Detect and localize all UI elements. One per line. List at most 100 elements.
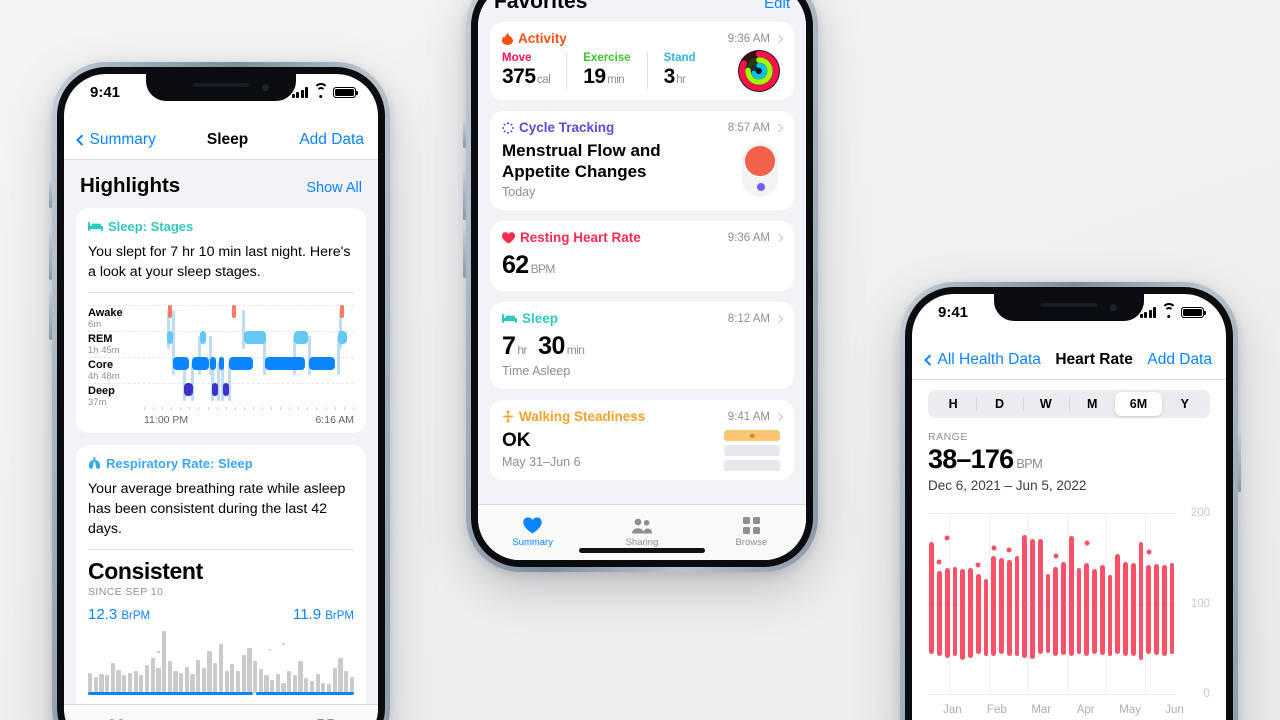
edit-button[interactable]: Edit — [764, 0, 790, 12]
walking-steadiness-card[interactable]: Walking Steadiness 9:41 AM OK May 31–Jun… — [490, 400, 794, 481]
sleep-segment-core — [173, 356, 190, 370]
grid-icon — [743, 517, 760, 534]
range-value: 38–176 BPM — [928, 444, 1043, 474]
resting-hr-value: 62 BPM — [502, 251, 555, 280]
sleep-stages-card[interactable]: Sleep: Stages You slept for 7 hr 10 min … — [76, 208, 366, 433]
sleep-stage-label-awake: Awake 6m — [88, 306, 123, 331]
tab-sharing[interactable] — [169, 705, 274, 720]
tab-bar[interactable] — [64, 704, 378, 720]
respiratory-bar — [196, 659, 201, 693]
sleep-card[interactable]: Sleep 8:12 AM 7 hr 30 min Time Asleep — [490, 302, 794, 390]
sleep-timestamp: 8:12 AM — [727, 312, 770, 325]
respiratory-body: Your average breathing rate while asleep… — [88, 480, 346, 538]
segment-y[interactable]: Y — [1162, 392, 1208, 416]
page-title: Heart Rate — [1055, 350, 1133, 368]
heart-rate-x-tick: Feb — [986, 704, 1007, 716]
activity-metric-move: Move 375 cal — [502, 52, 568, 89]
heart-rate-range-bar — [944, 568, 950, 658]
activity-metric-exercise: Exercise 19 min — [583, 52, 648, 89]
chevron-right-icon — [774, 123, 784, 132]
add-data-button[interactable]: Add Data — [299, 131, 364, 149]
respiratory-bar — [133, 671, 138, 693]
respiratory-bar — [241, 655, 246, 693]
time-range-segmented-control[interactable]: H D W M 6M Y — [928, 390, 1210, 418]
volume-up-button[interactable] — [49, 232, 52, 280]
respiratory-bar — [230, 663, 235, 693]
respiratory-bar — [144, 665, 150, 693]
right-scroll-content[interactable]: H D W M 6M Y RANGE 38–176 BPM Dec 6, 2021 – Ju… — [912, 380, 1226, 720]
wifi-icon — [313, 83, 328, 99]
respiratory-bar — [332, 668, 337, 693]
heart-rate-range-bar — [1169, 562, 1175, 655]
cycle-tracking-card[interactable]: Cycle Tracking 8:57 AM Menstrual Flow an… — [490, 111, 794, 211]
show-all-button[interactable]: Show All — [306, 180, 362, 196]
mute-switch[interactable] — [49, 182, 52, 208]
battery-icon — [1181, 306, 1204, 319]
heart-rate-range-bar — [1146, 564, 1152, 655]
screenshot-stage: 9:41 Summary Sleep Add Data Highlights S… — [0, 0, 1280, 720]
sleep-segment-awake — [340, 304, 344, 318]
volume-down-button[interactable] — [49, 292, 52, 340]
respiratory-bar — [224, 671, 229, 693]
respiratory-bar — [343, 671, 349, 693]
mute-switch[interactable] — [463, 122, 466, 148]
activity-rings — [738, 50, 780, 92]
heart-rate-range-bar — [983, 579, 989, 656]
respiratory-since: SINCE SEP 10 — [88, 585, 164, 598]
heart-rate-range-bar — [1006, 560, 1012, 656]
chevron-right-icon — [774, 34, 784, 43]
volume-down-button[interactable] — [463, 230, 466, 278]
volume-up-button[interactable] — [463, 172, 466, 220]
respiratory-bar — [156, 668, 161, 693]
respiratory-bar — [258, 669, 263, 693]
cycle-tracking-card-title: Cycle Tracking — [502, 120, 614, 135]
home-indicator[interactable] — [579, 548, 705, 553]
heart-rate-range-bar — [960, 569, 966, 660]
left-scroll-content[interactable]: Highlights Show All Sleep: Stages You sl… — [64, 160, 378, 720]
left-phone-screen: 9:41 Summary Sleep Add Data Highlights S… — [64, 74, 378, 720]
tab-summary[interactable] — [64, 705, 169, 720]
sleep-stages-body: You slept for 7 hr 10 min last night. He… — [88, 244, 351, 281]
back-button-all-health-data[interactable]: All Health Data — [924, 351, 1041, 369]
add-data-button[interactable]: Add Data — [1147, 351, 1212, 369]
tab-summary[interactable]: Summary — [478, 505, 587, 560]
segment-6m[interactable]: 6M — [1115, 392, 1162, 416]
tab-browse[interactable]: Browse — [697, 505, 806, 560]
sleep-segment-awake — [168, 304, 172, 318]
sleep-stage-label-rem: REM 1h 45m — [88, 332, 120, 357]
favorites-title: Favorites — [494, 0, 588, 13]
respiratory-bar — [349, 676, 354, 693]
sleep-chart-start: 11:00 PM — [144, 413, 189, 426]
range-dates: Dec 6, 2021 – Jun 5, 2022 — [928, 478, 1087, 493]
divider — [88, 292, 354, 293]
respiratory-rate-card[interactable]: Respiratory Rate: Sleep Your average bre… — [76, 444, 366, 717]
heart-rate-range-bar — [1154, 563, 1159, 656]
heart-rate-chart: 0 100 200 Jan Feb Mar Apr May Jun — [928, 505, 1210, 720]
heart-rate-x-tick: Apr — [1076, 704, 1095, 716]
sleep-chart-end: 6:16 AM — [315, 413, 354, 426]
power-button[interactable] — [1238, 432, 1241, 492]
sleep-subtitle: Time Asleep — [502, 364, 571, 379]
segment-m[interactable]: M — [1068, 392, 1115, 416]
people-icon — [631, 518, 652, 533]
sleep-stages-chart: Awake 6m REM 1h 45m Core 4h 48m Deep 37m 11:00 P… — [88, 301, 354, 426]
heart-rate-plot — [928, 513, 1176, 695]
segment-d[interactable]: D — [976, 392, 1022, 416]
respiratory-bar — [292, 675, 298, 693]
resting-heart-rate-card[interactable]: Resting Heart Rate 9:36 AM 62 BPM — [490, 221, 794, 292]
activity-card[interactable]: Activity 9:36 AM Move 375 cal Exercise 1… — [490, 22, 794, 100]
heart-filled-icon — [502, 232, 515, 244]
respiratory-bar — [110, 662, 116, 693]
respiratory-bar — [213, 662, 218, 693]
heart-rate-range-bar — [975, 573, 981, 655]
back-button-summary[interactable]: Summary — [76, 131, 156, 149]
segment-w[interactable]: W — [1022, 392, 1069, 416]
respiratory-bar — [173, 671, 178, 693]
chevron-right-icon — [774, 412, 784, 422]
favorites-scroll-content[interactable]: Favorites Edit Activity 9:36 AM Move 375… — [478, 0, 806, 560]
respiratory-bar — [93, 676, 98, 693]
heart-rate-range-bar — [937, 570, 942, 656]
chevron-left-icon — [76, 134, 88, 145]
tab-browse[interactable] — [273, 705, 378, 720]
segment-h[interactable]: H — [930, 392, 976, 416]
